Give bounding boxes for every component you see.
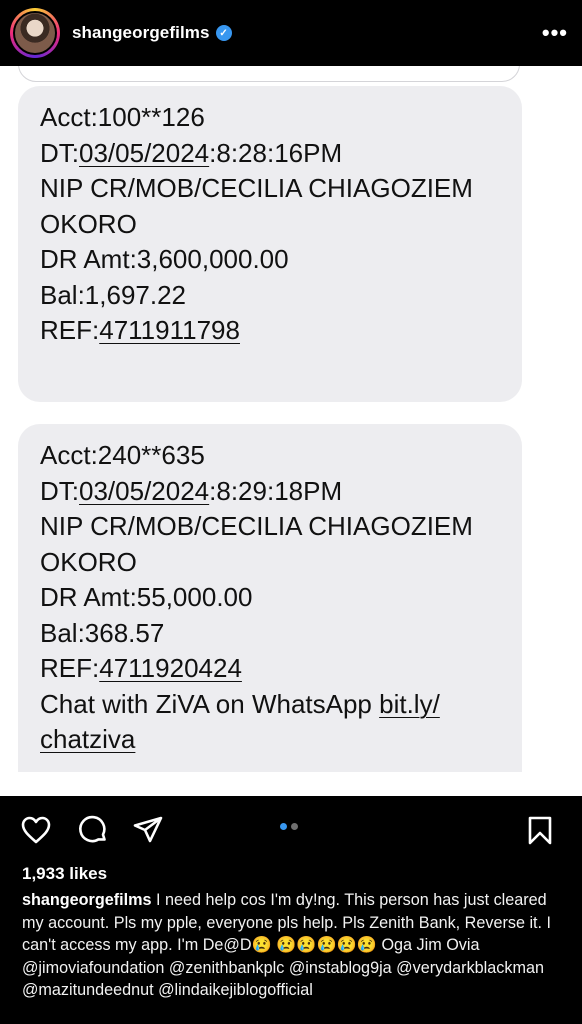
narration-line-2: OKORO: [40, 208, 137, 239]
sms-bubble: Acct:240**635 DT:03/05/2024:8:29:18PM NI…: [18, 424, 522, 772]
reference-line: REF:4711920424: [40, 653, 242, 683]
avatar-image: [13, 11, 57, 55]
caption-username[interactable]: shangeorgefilms: [22, 891, 152, 909]
amount-line: DR Amt:3,600,000.00: [40, 244, 289, 274]
datetime-line: DT:03/05/2024:8:29:18PM: [40, 475, 343, 506]
username[interactable]: shangeorgefilms: [72, 23, 210, 43]
comment-icon[interactable]: [77, 814, 109, 846]
account-line: Acct:240**635: [40, 440, 205, 470]
likes-count[interactable]: 1,933 likes: [22, 864, 107, 884]
heart-icon[interactable]: [20, 814, 52, 846]
promo-line: Chat with ZiVA on WhatsApp bit.ly/: [40, 688, 440, 719]
post-image[interactable]: Acct:100**126 DT:03/05/2024:8:28:16PM NI…: [0, 66, 582, 796]
reference-link[interactable]: 4711920424: [99, 653, 242, 683]
verified-badge-icon: ✓: [215, 25, 232, 41]
more-options-button[interactable]: •••: [542, 22, 568, 44]
sms-bubble: Acct:100**126 DT:03/05/2024:8:28:16PM NI…: [18, 86, 522, 402]
previous-message-bubble: [18, 66, 520, 82]
promo-line-2: chatziva: [40, 722, 500, 758]
date-link[interactable]: 03/05/2024: [79, 138, 209, 168]
amount-line: DR Amt:55,000.00: [40, 582, 253, 612]
narration-line: NIP CR/MOB/CECILIA CHIAGOZIEM: [40, 173, 473, 203]
carousel-dot[interactable]: [291, 823, 298, 830]
share-icon[interactable]: [132, 814, 164, 846]
caption: shangeorgefilms I need help cos I'm dy!n…: [22, 889, 562, 1002]
carousel-dot-active[interactable]: [280, 823, 287, 830]
balance-line: Bal:1,697.22: [40, 279, 187, 310]
account-line: Acct:100**126: [40, 102, 205, 132]
narration-line-2: OKORO: [40, 546, 137, 577]
post-header: shangeorgefilms ✓ •••: [0, 0, 582, 66]
avatar[interactable]: [10, 8, 60, 58]
balance-line: Bal:368.57: [40, 617, 165, 648]
time-link[interactable]: 8:29:18PM: [216, 476, 342, 506]
bookmark-icon[interactable]: [524, 814, 556, 846]
carousel-indicator: [280, 823, 298, 830]
reference-link[interactable]: 4711911798: [99, 315, 240, 345]
narration-line: NIP CR/MOB/CECILIA CHIAGOZIEM: [40, 511, 473, 541]
reference-line: REF:4711911798: [40, 315, 240, 345]
time-link[interactable]: 8:28:16PM: [216, 138, 342, 168]
datetime-line: DT:03/05/2024:8:28:16PM: [40, 137, 343, 168]
promo-link[interactable]: bit.ly/: [379, 689, 440, 719]
promo-link-continued[interactable]: chatziva: [40, 724, 135, 754]
date-link[interactable]: 03/05/2024: [79, 476, 209, 506]
